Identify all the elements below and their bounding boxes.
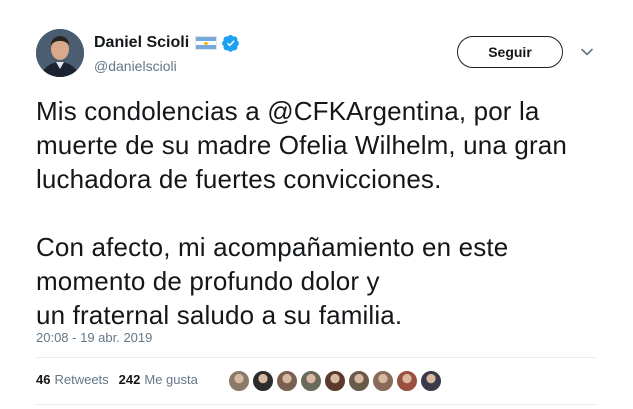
- user-handle[interactable]: @danielscioli: [94, 58, 177, 74]
- liker-avatar[interactable]: [276, 370, 298, 392]
- liker-avatar[interactable]: [300, 370, 322, 392]
- divider-bottom: [36, 404, 596, 405]
- divider-top: [36, 357, 596, 358]
- retweets-label[interactable]: Retweets: [54, 372, 108, 387]
- chevron-down-icon[interactable]: [580, 45, 594, 59]
- user-avatar[interactable]: [36, 29, 84, 77]
- tweet-text: Mis condolencias a @CFKArgentina, por la…: [36, 96, 568, 330]
- tweet-stats: 46 Retweets 242 Me gusta: [36, 372, 198, 387]
- liker-avatar[interactable]: [348, 370, 370, 392]
- user-name[interactable]: Daniel Scioli: [94, 34, 189, 52]
- liker-avatar[interactable]: [420, 370, 442, 392]
- liker-avatar[interactable]: [228, 370, 250, 392]
- liker-avatar[interactable]: [252, 370, 274, 392]
- user-name-row: Daniel Scioli: [94, 32, 240, 54]
- likes-count[interactable]: 242: [119, 372, 141, 387]
- argentina-flag-icon: [195, 36, 218, 50]
- avatar-portrait: [36, 29, 84, 77]
- liker-avatar[interactable]: [324, 370, 346, 392]
- liker-avatars: [228, 370, 444, 392]
- liker-avatar[interactable]: [396, 370, 418, 392]
- follow-button[interactable]: Seguir: [457, 36, 563, 68]
- liker-avatar[interactable]: [372, 370, 394, 392]
- tweet-timestamp[interactable]: 20:08 - 19 abr. 2019: [36, 330, 152, 345]
- retweets-count[interactable]: 46: [36, 372, 50, 387]
- verified-badge-icon: [222, 34, 240, 52]
- likes-label[interactable]: Me gusta: [144, 372, 197, 387]
